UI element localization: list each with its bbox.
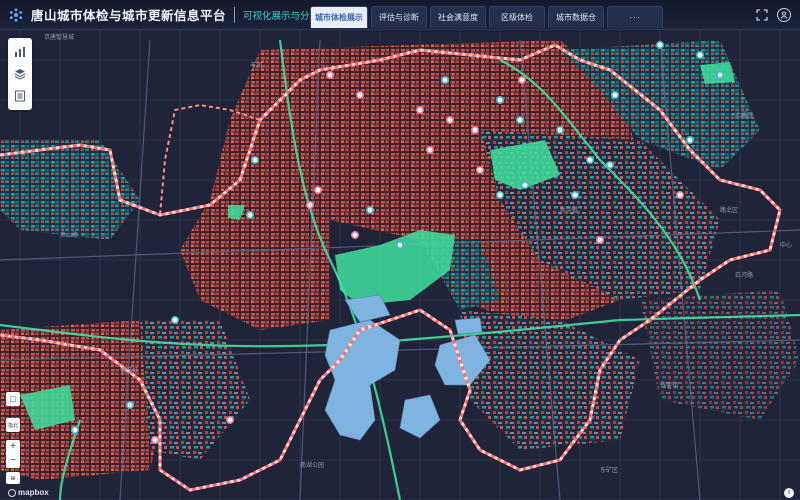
tab-data-warehouse[interactable]: 城市数据仓 [548, 6, 604, 28]
chart-icon [15, 47, 25, 57]
place-label: 东矿区 [600, 468, 619, 474]
user-avatar[interactable] [777, 8, 791, 22]
place-label: 燕山路 [60, 233, 79, 239]
tab-more[interactable]: ··· [607, 6, 663, 28]
mapbox-label: mapbox [18, 488, 49, 497]
view3d-button[interactable]: □ [6, 392, 20, 406]
place-label: 白河路 [735, 273, 754, 279]
brand: 唐山城市体检与城市更新信息平台 可视化展示与分析 [0, 0, 319, 30]
place-label: 京唐智慧城 [44, 35, 75, 41]
tool-panel [8, 38, 32, 110]
layers-icon [14, 69, 26, 80]
place-label: 南湖公园 [300, 463, 325, 469]
tab-city-inspection[interactable]: 城市体检展示 [310, 6, 368, 28]
place-label: 路北区 [720, 208, 739, 214]
reset-north-button[interactable]: ⊕ [6, 472, 20, 484]
list-icon [15, 90, 25, 102]
place-label: 中心 [780, 243, 793, 249]
layers-button[interactable] [12, 66, 28, 82]
compass-button[interactable]: 指北 [6, 418, 20, 432]
place-label: 北疆区 [735, 113, 754, 119]
main-tabs: 城市体检展示 评估与诊断 社会满意度 区级体检 城市数据仓 ··· [310, 6, 663, 28]
tab-assessment[interactable]: 评估与诊断 [371, 6, 427, 28]
zoom-in-button[interactable]: + [10, 440, 16, 454]
place-label: 钢铁城 [120, 368, 139, 374]
tab-district-inspection[interactable]: 区级体检 [489, 6, 545, 28]
place-label: 钱营镇 [660, 383, 679, 389]
city-map[interactable] [0, 0, 800, 500]
title-divider [234, 6, 236, 23]
legend-button[interactable] [12, 88, 28, 104]
app-title: 唐山城市体检与城市更新信息平台 [31, 9, 227, 23]
tab-satisfaction[interactable]: 社会满意度 [430, 6, 486, 28]
mapbox-attribution[interactable]: mapbox [8, 488, 49, 497]
user-icon [780, 11, 788, 19]
info-button[interactable]: i [784, 488, 794, 498]
zoom-control: + − [6, 440, 20, 468]
mapbox-logo-icon [8, 488, 16, 497]
fullscreen-icon[interactable] [756, 9, 768, 21]
place-label: 丰润 [250, 63, 263, 69]
statistics-button[interactable] [12, 44, 28, 60]
app-header: 唐山城市体检与城市更新信息平台 可视化展示与分析 城市体检展示 评估与诊断 社会… [0, 0, 800, 30]
zoom-out-button[interactable]: − [10, 454, 16, 468]
app-subtitle: 可视化展示与分析 [243, 10, 320, 22]
place-label: 新华道 [560, 208, 579, 214]
app-logo-icon [9, 7, 23, 22]
